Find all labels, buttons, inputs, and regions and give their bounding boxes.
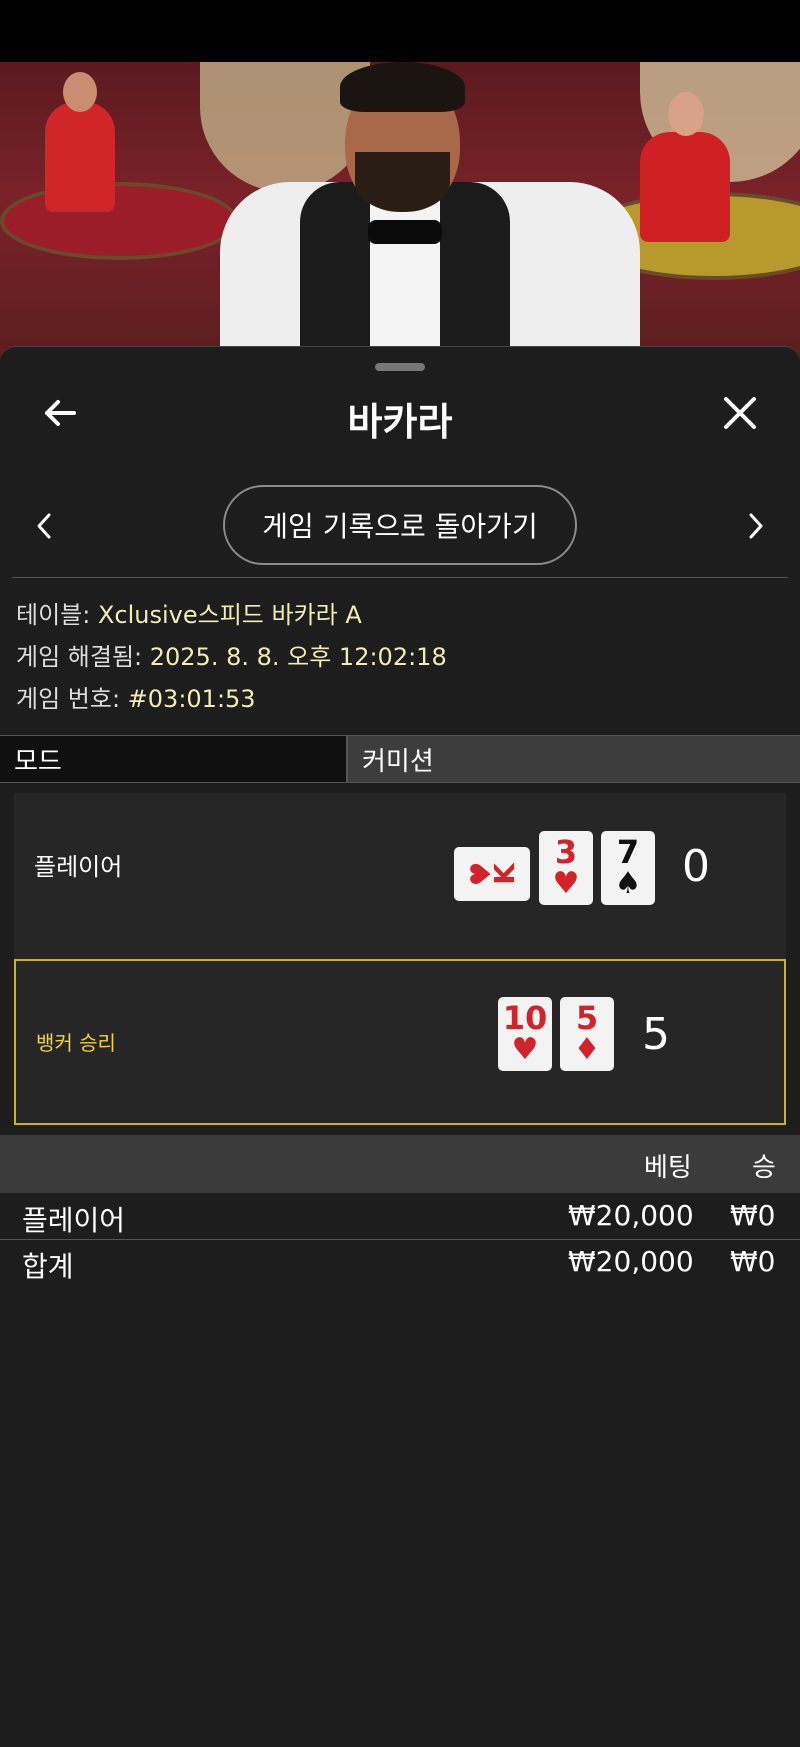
live-dealer-video xyxy=(0,62,800,362)
chevron-left-icon[interactable] xyxy=(32,509,56,543)
bet-table-header: 베팅 승 xyxy=(0,1135,800,1193)
bet-row: 플레이어 ₩20,000 ₩0 xyxy=(0,1195,800,1240)
close-icon[interactable] xyxy=(720,393,760,433)
table-value: Xclusive스피드 바카라 A xyxy=(97,601,362,629)
player-card-2: 3 ♥ xyxy=(539,831,593,905)
card-suit: ♠ xyxy=(614,866,642,901)
dealer-head xyxy=(668,92,704,136)
background-table xyxy=(0,182,238,260)
card-suit: ♥ xyxy=(511,1032,539,1067)
bet-amount: ₩20,000 xyxy=(568,1199,694,1232)
player-hand-row: 플레이어 ♥K 3 ♥ 7 ♠ 0 xyxy=(14,793,786,953)
status-bar xyxy=(0,0,800,62)
player-label: 플레이어 xyxy=(34,853,123,881)
dealer-beard xyxy=(355,152,450,212)
card-suit: ♦ xyxy=(573,1032,601,1067)
mode-tabs: 모드 커미션 xyxy=(0,735,800,783)
table-info: 테이블: Xclusive스피드 바카라 A xyxy=(16,595,362,630)
divider xyxy=(12,577,788,578)
tab-mode[interactable]: 모드 xyxy=(0,736,348,782)
player-card-1: ♥K xyxy=(454,847,530,901)
banker-score: 5 xyxy=(642,1009,670,1060)
dealer-head xyxy=(63,72,97,112)
resolved-label: 게임 해결됨: xyxy=(16,643,150,671)
card-suit: ♥ xyxy=(552,866,580,901)
background-dealer xyxy=(640,92,730,242)
game-detail-sheet: 바카라 게임 기록으로 돌아가기 테이블: Xclusive스피드 바카라 A … xyxy=(0,346,800,1747)
round-result: 플레이어 ♥K 3 ♥ 7 ♠ 0 뱅커 승리 10 ♥ 5 ♦ 5 xyxy=(14,793,786,1125)
banker-card-1: 10 ♥ xyxy=(498,997,552,1071)
game-number-label: 게임 번호: xyxy=(16,685,128,713)
bet-column-header: 베팅 xyxy=(644,1153,692,1183)
player-score: 0 xyxy=(682,841,710,892)
game-number-value: #03:01:53 xyxy=(127,685,256,713)
total-bet-amount: ₩20,000 xyxy=(568,1245,694,1278)
dealer-hair xyxy=(340,62,465,112)
tab-commission[interactable]: 커미션 xyxy=(348,736,800,782)
resolved-value: 2025. 8. 8. 오후 12:02:18 xyxy=(149,643,447,671)
total-win-amount: ₩0 xyxy=(730,1245,776,1278)
table-label: 테이블: xyxy=(16,601,98,629)
card-rank: 10 xyxy=(502,999,548,1037)
page-title: 바카라 xyxy=(347,400,453,444)
total-row: 합계 ₩20,000 ₩0 xyxy=(0,1241,800,1285)
card-rank: 3 xyxy=(554,833,578,871)
total-label: 합계 xyxy=(22,1250,74,1283)
player-card-3: 7 ♠ xyxy=(601,831,655,905)
game-number-info: 게임 번호: #03:01:53 xyxy=(16,679,256,714)
card-rank: K xyxy=(487,863,521,885)
chevron-right-icon[interactable] xyxy=(744,509,768,543)
dealer-bowtie xyxy=(368,220,442,244)
bet-name: 플레이어 xyxy=(22,1204,126,1237)
return-to-history-button[interactable]: 게임 기록으로 돌아가기 xyxy=(223,485,577,565)
banker-card-2: 5 ♦ xyxy=(560,997,614,1071)
win-amount: ₩0 xyxy=(730,1199,776,1232)
card-rank: 7 xyxy=(616,833,640,871)
resolved-info: 게임 해결됨: 2025. 8. 8. 오후 12:02:18 xyxy=(16,637,447,672)
background-dealer xyxy=(45,72,115,212)
card-rank: 5 xyxy=(575,999,599,1037)
win-column-header: 승 xyxy=(752,1153,776,1183)
drag-handle[interactable] xyxy=(375,363,425,371)
banker-hand-row: 뱅커 승리 10 ♥ 5 ♦ 5 xyxy=(14,959,786,1125)
banker-win-label: 뱅커 승리 xyxy=(36,1031,116,1055)
